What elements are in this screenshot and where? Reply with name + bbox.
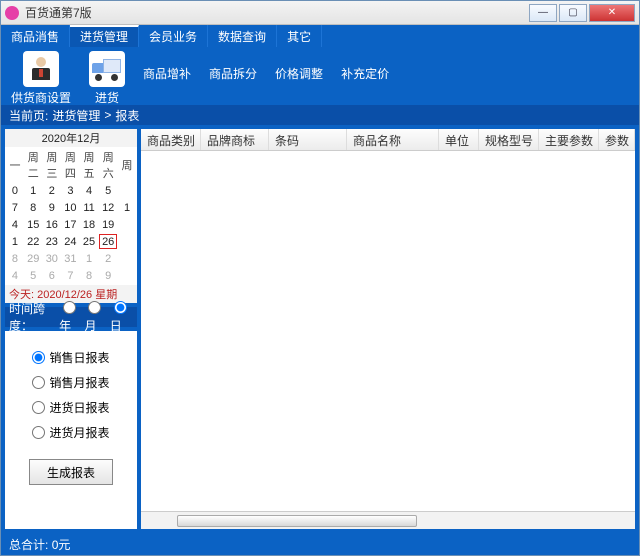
breadcrumb: 当前页: 进货管理 > 报表 [1,105,639,125]
stockin-label: 进货 [95,89,119,106]
report-option-0[interactable]: 销售日报表 [32,349,109,366]
person-icon [23,51,59,87]
main-tabs: 商品消售进货管理会员业务数据查询其它 [1,25,639,47]
calendar-day[interactable]: 5 [25,268,42,283]
calendar-day[interactable]: 4 [81,183,98,198]
calendar-day[interactable]: 16 [44,217,61,232]
col-header[interactable]: 规格型号 [479,129,539,150]
calendar-day[interactable] [119,268,135,283]
calendar-day[interactable]: 2 [44,183,61,198]
calendar-day[interactable]: 11 [81,200,98,215]
calendar-day[interactable]: 1 [119,200,135,215]
calendar-day[interactable]: 30 [44,251,61,266]
calendar-day[interactable]: 18 [81,217,98,232]
col-header[interactable]: 商品名称 [347,129,439,150]
status-bar: 总合计: 0元 [1,533,639,555]
calendar-day[interactable]: 19 [99,217,117,232]
minimize-button[interactable]: — [529,4,557,22]
calendar-day[interactable]: 1 [7,234,23,249]
calendar-day[interactable]: 7 [62,268,79,283]
calendar-day[interactable]: 1 [25,183,42,198]
calendar-day[interactable]: 8 [25,200,42,215]
calendar-day[interactable]: 3 [62,183,79,198]
calendar-day[interactable]: 15 [25,217,42,232]
maximize-button[interactable]: ▢ [559,4,587,22]
calendar-day[interactable]: 4 [7,217,23,232]
calendar-day[interactable]: 8 [81,268,98,283]
title-bar: 百货通第7版 — ▢ ✕ [1,1,639,25]
calendar-day[interactable]: 4 [7,268,23,283]
report-option-1[interactable]: 销售月报表 [32,374,109,391]
calendar-day[interactable] [119,217,135,232]
stockin-button[interactable]: 进货 [89,51,125,106]
total-value: 0元 [52,536,71,553]
generate-report-button[interactable]: 生成报表 [29,459,113,485]
report-option-3[interactable]: 进货月报表 [32,424,109,441]
span-label: 时间跨度： [9,300,57,334]
calendar-day[interactable]: 2 [99,251,117,266]
app-icon [5,6,19,20]
calendar-day[interactable]: 23 [44,234,61,249]
calendar-day[interactable]: 22 [25,234,42,249]
col-header[interactable]: 单位 [439,129,479,150]
toolbar: 供货商设置 进货 商品增补 商品拆分 价格调整 补充定价 [1,47,639,105]
col-header[interactable]: 参数 [599,129,635,150]
time-span-bar: 时间跨度： 年 月 日 [5,307,137,327]
tab-3[interactable]: 数据查询 [208,25,277,47]
calendar-day[interactable]: 1 [81,251,98,266]
calendar-day[interactable]: 26 [99,234,117,249]
span-year[interactable]: 年 [59,301,82,334]
calendar-day[interactable]: 6 [44,268,61,283]
col-header[interactable]: 商品类别 [141,129,201,150]
calendar-day[interactable]: 9 [99,268,117,283]
calendar-day[interactable]: 25 [81,234,98,249]
calendar[interactable]: 2020年12月 一周二周三周四周五周六周0123457891011121415… [5,129,137,303]
tab-1[interactable]: 进货管理 [70,25,139,47]
scroll-thumb[interactable] [177,515,417,527]
calendar-day[interactable] [119,251,135,266]
calendar-day[interactable] [119,183,135,198]
report-option-2[interactable]: 进货日报表 [32,399,109,416]
calendar-day[interactable]: 5 [99,183,117,198]
col-header[interactable]: 条码 [269,129,347,150]
crumb-page: 报表 [115,107,139,124]
add-stock-button[interactable]: 商品增补 [143,51,191,82]
col-header[interactable]: 品牌商标 [201,129,269,150]
span-month[interactable]: 月 [84,301,107,334]
calendar-day[interactable]: 9 [44,200,61,215]
calendar-day[interactable] [119,234,135,249]
reprice-button[interactable]: 补充定价 [341,51,389,82]
calendar-day[interactable]: 24 [62,234,79,249]
horizontal-scrollbar[interactable] [141,511,635,529]
supplier-label: 供货商设置 [11,89,71,106]
tab-4[interactable]: 其它 [277,25,322,47]
calendar-day[interactable]: 12 [99,200,117,215]
grid-body[interactable] [141,151,635,511]
tab-0[interactable]: 商品消售 [1,25,70,47]
crumb-section[interactable]: 进货管理 [52,107,100,124]
span-day[interactable]: 日 [110,301,133,334]
calendar-month: 2020年12月 [5,129,137,147]
grid-header: 商品类别品牌商标条码商品名称单位规格型号主要参数参数 [141,129,635,151]
report-type-panel: 销售日报表销售月报表进货日报表进货月报表生成报表 [5,331,137,529]
window-title: 百货通第7版 [25,4,527,21]
calendar-day[interactable]: 10 [62,200,79,215]
calendar-day[interactable]: 29 [25,251,42,266]
truck-icon [89,51,125,87]
total-label: 总合计: [9,536,48,553]
price-adjust-button[interactable]: 价格调整 [275,51,323,82]
close-button[interactable]: ✕ [589,4,635,22]
data-grid: 商品类别品牌商标条码商品名称单位规格型号主要参数参数 [141,129,635,529]
col-header[interactable]: 主要参数 [539,129,599,150]
calendar-day[interactable]: 8 [7,251,23,266]
calendar-day[interactable]: 17 [62,217,79,232]
tab-2[interactable]: 会员业务 [139,25,208,47]
calendar-day[interactable]: 31 [62,251,79,266]
calendar-day[interactable]: 7 [7,200,23,215]
supplier-settings-button[interactable]: 供货商设置 [11,51,71,106]
split-product-button[interactable]: 商品拆分 [209,51,257,82]
calendar-day[interactable]: 0 [7,183,23,198]
